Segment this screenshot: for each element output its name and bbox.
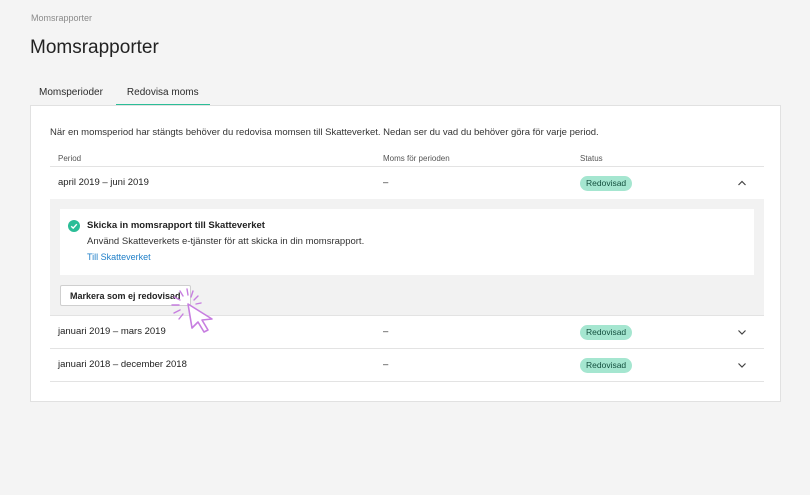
chevron-down-icon[interactable]: [736, 359, 748, 371]
header-moms: Moms för perioden: [383, 154, 450, 163]
table-header: Period Moms för perioden Status: [50, 152, 764, 167]
row-period: januari 2018 – december 2018: [58, 359, 187, 370]
vat-report-card: När en momsperiod har stängts behöver du…: [30, 105, 781, 402]
row-period: januari 2019 – mars 2019: [58, 326, 166, 337]
table-row[interactable]: januari 2018 – december 2018 – Redovisad: [50, 349, 764, 382]
row-moms: –: [383, 326, 389, 337]
skatteverket-link[interactable]: Till Skatteverket: [87, 252, 151, 262]
tab-bar: Momsperioder Redovisa moms: [30, 83, 210, 106]
info-title: Skicka in momsrapport till Skatteverket: [87, 220, 265, 231]
table-row[interactable]: januari 2019 – mars 2019 – Redovisad: [50, 316, 764, 349]
status-badge: Redovisad: [580, 358, 633, 373]
click-cursor-icon: [171, 288, 213, 333]
row-period: april 2019 – juni 2019: [58, 177, 149, 188]
chevron-up-icon[interactable]: [736, 177, 748, 189]
status-badge: Redovisad: [580, 176, 633, 191]
header-status: Status: [580, 154, 603, 163]
chevron-down-icon[interactable]: [736, 326, 748, 338]
table-row[interactable]: april 2019 – juni 2019 – Redovisad: [50, 167, 764, 200]
header-period: Period: [58, 154, 82, 163]
row-moms: –: [383, 177, 389, 188]
expanded-row-details: Skicka in momsrapport till Skatteverket …: [50, 199, 764, 316]
intro-text: När en momsperiod har stängts behöver du…: [50, 127, 599, 138]
page-title: Momsrapporter: [30, 37, 159, 58]
breadcrumb[interactable]: Momsrapporter: [31, 13, 92, 23]
row-moms: –: [383, 359, 389, 370]
check-circle-icon: [68, 220, 80, 232]
status-badge: Redovisad: [580, 325, 633, 340]
info-description: Använd Skatteverkets e-tjänster för att …: [87, 236, 365, 247]
submit-info-box: Skicka in momsrapport till Skatteverket …: [60, 209, 754, 275]
tab-momsperioder[interactable]: Momsperioder: [30, 83, 113, 106]
tab-redovisa-moms[interactable]: Redovisa moms: [115, 83, 210, 106]
